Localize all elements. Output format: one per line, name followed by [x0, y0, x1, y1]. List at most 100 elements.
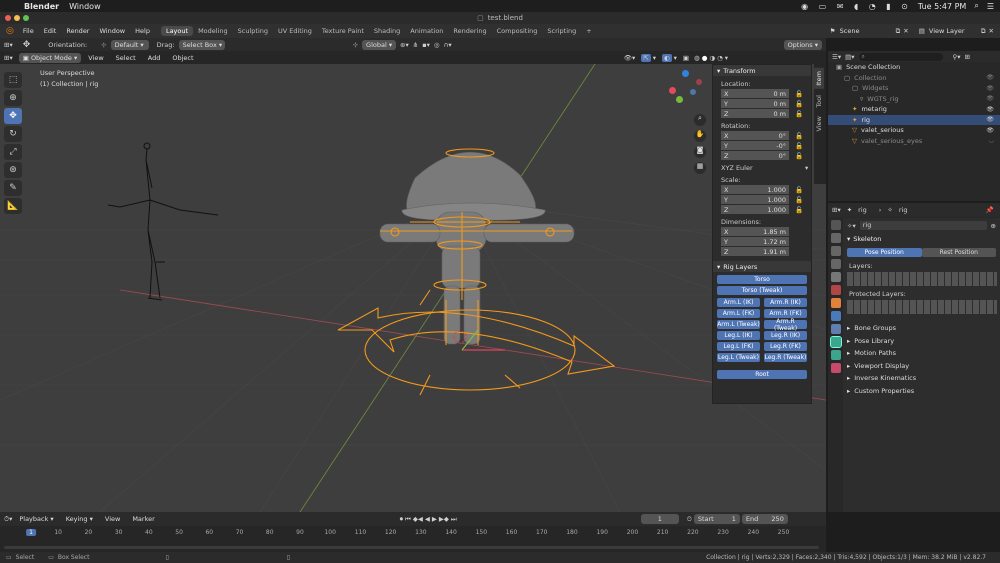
jump-keyframe-forward-icon[interactable]: ▶◆ — [439, 515, 449, 523]
delete-scene-icon[interactable]: ✕ — [903, 27, 908, 35]
orientation-dropdown[interactable]: Default ▾ — [110, 39, 149, 50]
menu-add[interactable]: Add — [143, 54, 166, 62]
move-tool-icon[interactable]: ✥ — [23, 40, 31, 50]
armature-data-name-field[interactable]: rig — [859, 221, 987, 230]
tab-uv-editing[interactable]: UV Editing — [273, 26, 317, 36]
tab-compositing[interactable]: Compositing — [492, 26, 543, 36]
visibility-eye-icon[interactable]: 👁 — [986, 85, 994, 92]
record-icon[interactable]: ⏺ — [400, 515, 403, 524]
subpanel-header[interactable]: ▸ Viewport Display — [843, 360, 1000, 373]
zoom-icon[interactable]: ⌕ — [694, 114, 706, 126]
rotation-x-field[interactable]: X 0° — [721, 131, 789, 140]
subpanel-header[interactable]: ▸ Bone Groups — [843, 322, 1000, 335]
zoom-window-button[interactable] — [23, 15, 29, 21]
filter-icon[interactable]: ⚲▾ — [953, 53, 961, 61]
snap-icon[interactable]: ⋔ — [413, 41, 418, 49]
view-object-types-icon[interactable]: 👁▾ — [624, 54, 636, 62]
pivot-icon[interactable]: ⊛▾ — [400, 41, 409, 49]
gizmo-neg-z-icon[interactable] — [690, 89, 696, 95]
tab-tool[interactable]: Tool — [814, 92, 824, 111]
timeline-ruler[interactable]: 1 10 20 30 40 50 60 70 80 90 100 110 120 130 140 150 160… — [0, 527, 826, 539]
move-tool-button-icon[interactable]: ✥ — [4, 108, 22, 124]
new-scene-icon[interactable]: ⧉ — [896, 27, 901, 36]
rig-layer-arm-l-tweak-button[interactable]: Arm.L (Tweak) — [717, 320, 760, 329]
transform-panel-header[interactable]: ▾ Transform — [713, 65, 811, 76]
delete-view-layer-icon[interactable]: ✕ — [989, 27, 994, 35]
perspective-toggle-icon[interactable]: ▦ — [694, 162, 706, 174]
shading-material-icon[interactable]: ◑ — [709, 54, 715, 62]
view-layer-properties-icon[interactable] — [830, 259, 841, 269]
lock-icon[interactable]: 🔓 — [795, 90, 803, 98]
rotation-y-field[interactable]: Y -0° — [721, 141, 789, 150]
subpanel-header[interactable]: ▸ Custom Properties — [843, 385, 1000, 398]
tab-texture-paint[interactable]: Texture Paint — [317, 26, 369, 36]
status-icons[interactable]: ◉ ▭ ✉ ◖ ◔ ▮ ⊙ — [801, 2, 912, 11]
tab-shading[interactable]: Shading — [369, 26, 405, 36]
tab-view[interactable]: View — [814, 113, 824, 134]
scene-selector[interactable]: Scene — [840, 27, 896, 35]
outliner-row[interactable]: ▣ Scene Collection — [828, 62, 1000, 73]
end-frame-field[interactable]: End 250 — [741, 514, 788, 524]
proportional-edit-icon[interactable]: ◎ — [434, 41, 440, 49]
menu-keying[interactable]: Keying ▾ — [61, 515, 98, 523]
menu-object[interactable]: Object — [167, 54, 198, 62]
rig-layers-panel-header[interactable]: ▾ Rig Layers — [713, 261, 811, 272]
xray-icon[interactable]: ▣ — [683, 54, 689, 62]
menu-view[interactable]: View — [83, 54, 108, 62]
timeline-scrollbar[interactable] — [4, 546, 819, 549]
object-constraints-icon[interactable] — [830, 324, 841, 334]
scene-icon[interactable]: ⚑ — [830, 27, 836, 35]
visibility-eye-icon[interactable]: 👁 — [986, 74, 994, 81]
play-icon[interactable]: ▶ — [432, 515, 437, 523]
editor-type-icon[interactable]: ⊞▾ — [4, 41, 13, 49]
start-frame-field[interactable]: Start 1 — [693, 514, 740, 524]
menu-render[interactable]: Render — [61, 27, 94, 35]
gizmo-toggle-icon[interactable]: ⇱ — [641, 53, 651, 62]
rig-layer-leg-l-tweak-button[interactable]: Leg.L (Tweak) — [717, 353, 760, 362]
navigation-gizmo[interactable] — [666, 70, 706, 110]
location-z-field[interactable]: Z0 m — [721, 109, 789, 118]
physics-properties-icon[interactable] — [830, 311, 841, 321]
scale-y-field[interactable]: Y 1.000 — [721, 195, 789, 204]
lock-icon[interactable]: 🔓 — [795, 132, 803, 140]
visibility-eye-icon[interactable]: 👁 — [986, 127, 994, 134]
gizmo-neg-x-icon[interactable] — [696, 79, 702, 85]
menu-playback[interactable]: Playback ▾ — [14, 515, 58, 523]
visibility-eye-icon[interactable]: 👁 — [986, 116, 994, 123]
window-menu[interactable]: Window — [69, 2, 101, 11]
rest-position-button[interactable]: Rest Position — [921, 248, 996, 257]
transform-tool-icon[interactable]: ⊛ — [4, 162, 22, 178]
lock-icon[interactable]: 🔓 — [795, 186, 803, 194]
outliner-row[interactable]: ✦ rig 👁 — [828, 114, 1000, 125]
shading-solid-icon[interactable]: ● — [702, 54, 708, 62]
rig-layer-root-button[interactable]: Root — [717, 370, 807, 379]
gizmo-options-icon[interactable]: ▾ — [653, 54, 656, 62]
lock-icon[interactable]: 🔓 — [795, 152, 803, 160]
pan-hand-icon[interactable]: ✋ — [694, 130, 706, 142]
tool-properties-icon[interactable] — [830, 220, 841, 230]
rig-layer-leg-l-ik-button[interactable]: Leg.L (IK) — [717, 331, 760, 340]
lock-icon[interactable]: 🔓 — [795, 110, 803, 118]
tab-modeling[interactable]: Modeling — [193, 26, 233, 36]
preview-range-icon[interactable]: ⏲ — [687, 515, 692, 524]
menu-timeline-view[interactable]: View — [100, 515, 125, 523]
display-mode-icon[interactable]: ▤▾ — [845, 53, 854, 61]
object-properties-icon[interactable] — [830, 298, 841, 308]
view-layer-selector[interactable]: View Layer — [929, 27, 981, 35]
3d-viewport[interactable]: User Perspective (1) Collection | rig ⌕ … — [0, 64, 826, 512]
minimize-window-button[interactable] — [14, 15, 20, 21]
scale-tool-icon[interactable]: ⤢ — [4, 144, 22, 160]
measure-tool-icon[interactable]: 📐 — [4, 198, 22, 214]
options-dropdown[interactable]: Options ▾ — [783, 39, 822, 50]
outliner-search-input[interactable]: ⌕ — [858, 52, 943, 61]
new-view-layer-icon[interactable]: ⧉ — [981, 27, 986, 36]
subpanel-header[interactable]: ▸ Motion Paths — [843, 347, 1000, 360]
location-x-field[interactable]: X0 m — [721, 89, 789, 98]
snap-target-icon[interactable]: ▪▾ — [422, 41, 430, 49]
location-y-field[interactable]: Y0 m — [721, 99, 789, 108]
visibility-eye-icon[interactable]: 👁 — [986, 106, 994, 113]
transform-orientation-dropdown[interactable]: Global ▾ — [362, 39, 397, 50]
jump-end-icon[interactable]: ⏭ — [451, 515, 457, 524]
clock[interactable]: Tue 5:47 PM — [918, 2, 966, 11]
overlays-toggle-icon[interactable]: ◐ — [661, 53, 672, 62]
